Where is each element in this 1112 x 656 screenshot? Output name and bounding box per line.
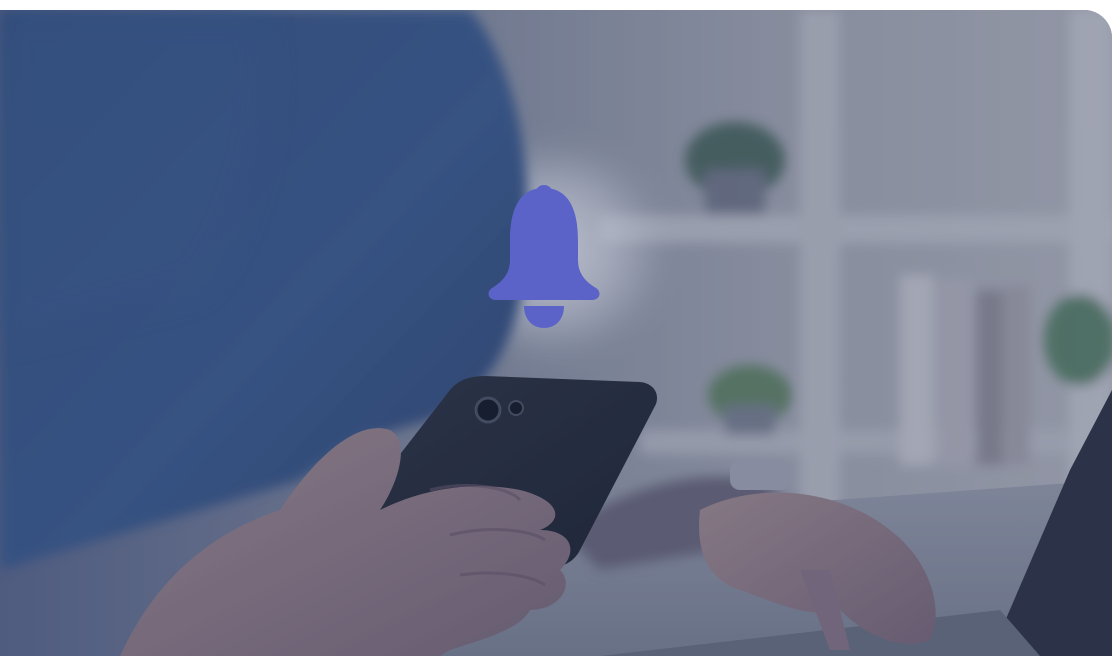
bell-icon [478,178,610,330]
hero-image-card [0,10,1112,656]
hero-banner [0,0,1112,656]
photo-scene [0,10,1112,656]
